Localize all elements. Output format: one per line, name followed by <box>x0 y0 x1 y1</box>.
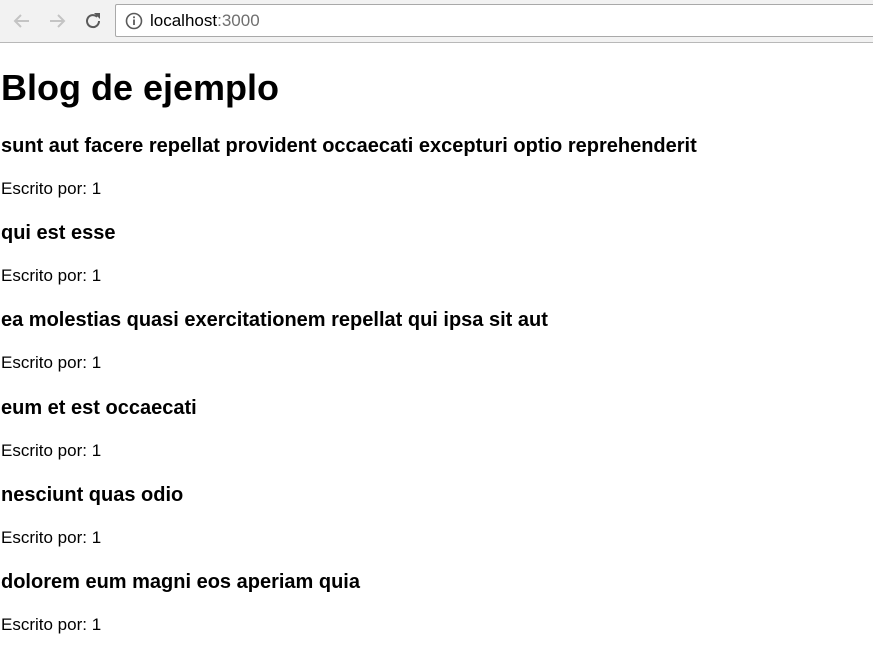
post-author: Escrito por: 1 <box>1 179 102 198</box>
forward-button[interactable] <box>45 9 69 33</box>
post-title: ea molestias quasi exercitationem repell… <box>1 309 548 331</box>
url-port: :3000 <box>217 11 260 30</box>
browser-toolbar: localhost:3000 <box>0 0 873 43</box>
post-author: Escrito por: 1 <box>1 441 102 460</box>
post-title: qui est esse <box>1 222 116 244</box>
post-title: eum et est occaecati <box>1 397 197 419</box>
post-author: Escrito por: 1 <box>1 353 102 372</box>
reload-button[interactable] <box>81 9 105 33</box>
reload-icon <box>86 13 101 29</box>
url-text: localhost:3000 <box>150 11 260 31</box>
url-host: localhost <box>150 11 218 30</box>
post-author: Escrito por: 1 <box>1 615 102 634</box>
arrow-right-icon <box>50 14 66 28</box>
post-author: Escrito por: 1 <box>1 528 102 547</box>
post-title: nesciunt quas odio <box>1 484 184 506</box>
info-icon[interactable] <box>125 12 143 30</box>
page-title: Blog de ejemplo <box>1 67 280 108</box>
post-title: sunt aut facere repellat provident occae… <box>1 135 697 157</box>
back-button[interactable] <box>10 9 34 33</box>
post-author: Escrito por: 1 <box>1 266 102 285</box>
address-bar[interactable]: localhost:3000 <box>115 4 873 37</box>
post-title: dolorem eum magni eos aperiam quia <box>1 571 360 593</box>
arrow-left-icon <box>13 14 29 28</box>
